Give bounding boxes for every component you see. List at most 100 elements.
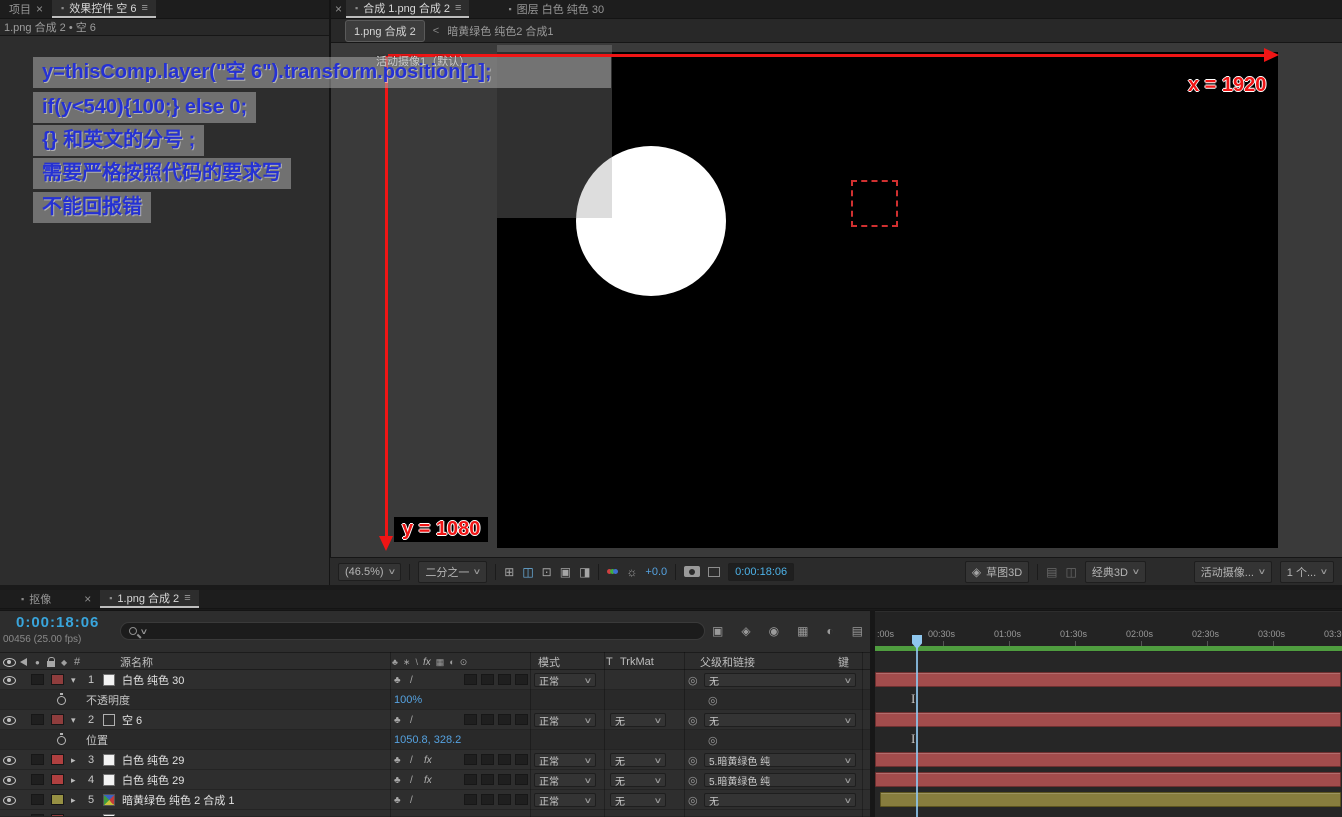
tab-effect-controls[interactable]: ▪ 效果控件 空 6 ≡ (52, 0, 156, 18)
tab-project[interactable]: 项目 × (0, 0, 52, 18)
trkmat-dropdown[interactable]: 无∨ (610, 773, 666, 787)
quality-switch[interactable]: / (410, 770, 413, 790)
trkmat-dropdown[interactable]: 无∨ (610, 793, 666, 807)
visibility-toggle[interactable] (3, 810, 16, 817)
layer-row[interactable]: ▸ 4 白色 纯色 29 ♣ / fx 正常∨ 无∨ ◎ 5.暗黄绿色 纯∨ (0, 770, 870, 790)
layer-name[interactable]: 白色 纯色 29 (122, 750, 184, 770)
region-of-interest-icon[interactable]: ⊡ (542, 565, 552, 579)
switch-cell[interactable] (515, 794, 528, 805)
snapshot-camera-icon[interactable] (684, 566, 700, 577)
comp-nav-target[interactable]: 暗黄绿色 纯色2 合成1 (447, 23, 553, 39)
comp-nav-current[interactable]: 1.png 合成 2 (345, 20, 425, 42)
tab-keying[interactable]: ▪ 抠像 × (12, 590, 100, 608)
visibility-toggle[interactable] (3, 770, 16, 790)
layer-name[interactable]: 白色 纯色 29 (122, 770, 184, 790)
switch-cell[interactable] (481, 674, 494, 685)
pick-whip-icon[interactable]: ◎ (688, 770, 698, 790)
parent-dropdown[interactable]: 无∨ (704, 673, 856, 687)
switch-cell[interactable] (515, 754, 528, 765)
blend-mode-dropdown[interactable]: 正常∨ (534, 673, 596, 687)
frame-blend-switch[interactable]: ♣ (394, 790, 401, 810)
expand-caret[interactable]: ▸ (71, 790, 76, 810)
switch-cell[interactable] (515, 674, 528, 685)
pick-whip-icon[interactable]: ◎ (688, 710, 698, 730)
property-value[interactable]: 1050.8, 328.2 (394, 730, 461, 750)
label-chip[interactable] (51, 794, 64, 805)
solo-toggle[interactable] (31, 714, 44, 725)
panel-menu-icon[interactable]: ≡ (455, 2, 460, 14)
graph-editor-icon[interactable]: ▤ (852, 624, 863, 638)
switch-cell[interactable] (515, 774, 528, 785)
layer-name[interactable]: 白色 纯色 30 (122, 670, 184, 690)
exposure-value[interactable]: +0.0 (645, 566, 667, 578)
layer-duration-bar[interactable] (875, 712, 1341, 727)
label-chip[interactable] (51, 754, 64, 765)
frame-blend-switch[interactable]: ♣ (394, 670, 401, 690)
tab-composition[interactable]: ▪ 合成 1.png 合成 2 ≡ (346, 0, 469, 18)
resolution-dropdown[interactable]: 二分之一∨ (418, 561, 487, 583)
blend-mode-dropdown[interactable]: 正常∨ (534, 773, 596, 787)
switch-cell[interactable] (481, 774, 494, 785)
frame-blend-switch[interactable]: ♣ (394, 770, 401, 790)
stopwatch-icon[interactable] (57, 730, 66, 750)
layer-row[interactable]: ▸ 5 暗黄绿色 纯色 2 合成 1 ♣ / 正常∨ 无∨ ◎ 无∨ (0, 790, 870, 810)
renderer-dropdown[interactable]: 经典3D∨ (1085, 561, 1146, 583)
quality-switch[interactable]: / (410, 750, 413, 770)
pixel-aspect-icon[interactable]: ◨ (579, 565, 590, 579)
expand-caret[interactable]: ▾ (71, 670, 76, 690)
solo-toggle[interactable] (31, 794, 44, 805)
pick-whip-icon[interactable]: ◎ (688, 750, 698, 770)
visibility-toggle[interactable] (3, 670, 16, 690)
layer-duration-bar[interactable] (880, 792, 1341, 807)
switch-cell[interactable] (464, 714, 477, 725)
channel-icon[interactable] (607, 569, 618, 574)
layer-duration-bar[interactable] (875, 752, 1341, 767)
selection-rectangle[interactable] (851, 180, 898, 227)
label-chip[interactable] (51, 714, 64, 725)
trkmat-dropdown[interactable]: 无∨ (610, 753, 666, 767)
tab-layer[interactable]: ▪ 图层 白色 纯色 30 (499, 0, 613, 18)
mask-visibility-icon[interactable]: ◫ (522, 565, 533, 579)
switch-cell[interactable] (498, 754, 511, 765)
shy-layers-icon[interactable]: ◉ (769, 624, 779, 638)
view-layout-icon[interactable]: ▤ (1046, 565, 1057, 579)
panel-menu-icon[interactable]: ≡ (141, 2, 146, 14)
draft-3d-icon[interactable]: ◈ (741, 624, 750, 638)
layer-name[interactable]: 空 6 (122, 710, 142, 730)
transparency-grid-icon[interactable]: ▣ (560, 565, 571, 579)
quality-switch[interactable]: / (410, 790, 413, 810)
blend-mode-dropdown[interactable]: 正常∨ (534, 793, 596, 807)
playhead-line[interactable] (916, 640, 918, 817)
property-name[interactable]: 位置 (86, 730, 108, 750)
parent-dropdown[interactable]: 5.暗黄绿色 纯∨ (704, 753, 856, 767)
close-icon[interactable]: × (84, 592, 91, 606)
frame-blend-switch[interactable]: ♣ (394, 710, 401, 730)
switch-cell[interactable] (515, 714, 528, 725)
blend-mode-dropdown[interactable]: 正常∨ (534, 713, 596, 727)
tab-timeline-comp[interactable]: ▪ 1.png 合成 2 ≡ (100, 590, 198, 608)
property-name[interactable]: 不透明度 (86, 690, 130, 710)
show-snapshot-icon[interactable] (708, 567, 720, 577)
exposure-icon[interactable]: ☼ (626, 565, 637, 579)
frame-blend-switch[interactable]: ♣ (394, 750, 401, 770)
switch-cell[interactable] (481, 714, 494, 725)
switch-cell[interactable] (464, 774, 477, 785)
layer-row[interactable] (0, 810, 870, 817)
quality-switch[interactable]: / (410, 710, 413, 730)
comp-canvas[interactable] (497, 52, 1278, 548)
visibility-toggle[interactable] (3, 750, 16, 770)
camera-view-dropdown[interactable]: 活动摄像...∨ (1194, 561, 1272, 583)
frame-blend-icon[interactable]: ▦ (797, 624, 808, 638)
close-icon[interactable]: × (331, 0, 346, 18)
fx-badge[interactable]: fx (424, 770, 432, 790)
pick-whip-icon[interactable]: ◎ (708, 730, 718, 750)
grid-guides-icon[interactable]: ⊞ (504, 565, 514, 579)
close-icon[interactable]: × (36, 2, 43, 16)
parent-dropdown[interactable]: 无∨ (704, 713, 856, 727)
search-input[interactable]: ∨ (120, 622, 705, 640)
share-view-icon[interactable]: ◫ (1066, 565, 1077, 579)
fx-badge[interactable]: fx (424, 750, 432, 770)
switch-cell[interactable] (498, 674, 511, 685)
quality-switch[interactable]: / (410, 670, 413, 690)
expand-caret[interactable]: ▸ (71, 750, 76, 770)
